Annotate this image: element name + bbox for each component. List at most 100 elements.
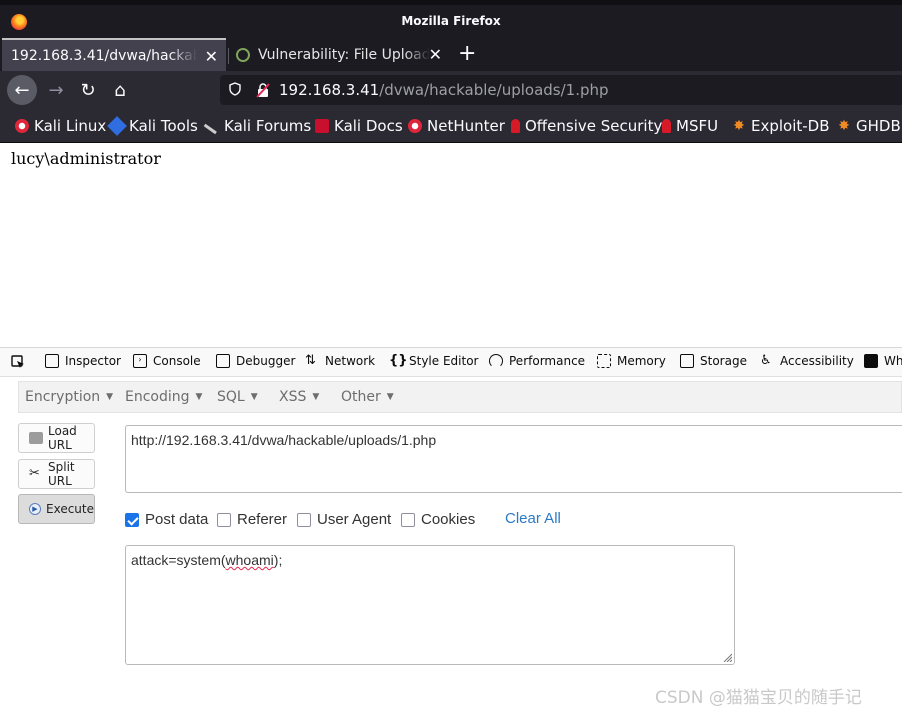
caret-down-icon: ▼	[250, 392, 258, 402]
address-bar[interactable]: 192.168.3.41/dvwa/hackable/uploads/1.php	[220, 75, 902, 105]
bookmark-kali-forums[interactable]: Kali Forums	[203, 117, 312, 135]
hackbar-menu: Encryption ▼ Encoding ▼ SQL ▼ XSS ▼ Other ▼	[18, 381, 902, 413]
devtools-tab-label: Storage	[700, 354, 747, 368]
devtools-tab-console[interactable]: › Console	[133, 354, 201, 368]
menu-label: Encryption	[25, 389, 101, 405]
menu-sql[interactable]: SQL ▼	[217, 389, 258, 405]
load-url-button[interactable]: Load URL	[18, 423, 95, 453]
option-label: User Agent	[317, 511, 392, 528]
inspector-icon	[45, 354, 59, 368]
post-data-checkbox[interactable]	[125, 512, 139, 527]
kali-icon	[15, 119, 29, 133]
caret-down-icon: ▼	[386, 392, 394, 402]
referer-option[interactable]: Referer	[217, 511, 287, 528]
bookmark-kali-linux[interactable]: Kali Linux	[15, 117, 106, 135]
hackbar-panel: Encryption ▼ Encoding ▼ SQL ▼ XSS ▼ Other ▼ L…	[0, 377, 902, 713]
tracking-shield-icon[interactable]	[229, 82, 241, 96]
titlebar-top-strip	[0, 0, 902, 5]
nethunter-icon	[408, 119, 422, 133]
url-text[interactable]: 192.168.3.41/dvwa/hackable/uploads/1.php	[279, 81, 609, 99]
devtools-tab-accessibility[interactable]: ♿ Accessibility	[760, 354, 854, 369]
csdn-watermark: CSDN @猫猫宝贝的随手记	[655, 688, 862, 708]
menu-other[interactable]: Other ▼	[341, 389, 394, 405]
bookmark-nethunter[interactable]: NetHunter	[408, 117, 505, 135]
bookmark-ghdb[interactable]: ✸ GHDB	[837, 117, 901, 135]
kali-forums-icon	[203, 118, 221, 134]
post-data-option[interactable]: Post data	[125, 511, 208, 528]
devtools-tab-label: Style Editor	[409, 354, 479, 368]
home-icon: ⌂	[114, 79, 126, 101]
resize-grip-icon[interactable]	[722, 652, 732, 662]
referer-checkbox[interactable]	[217, 512, 231, 527]
post-data-textarea[interactable]: attack=system(whoami);	[125, 545, 735, 665]
arrow-right-icon: →	[48, 79, 64, 101]
devtools-tab-memory[interactable]: Memory	[597, 354, 666, 368]
cookies-option[interactable]: Cookies	[401, 511, 475, 528]
tab-title: 192.168.3.41/dvwa/hackable/uploads/1.php	[11, 47, 197, 64]
clear-all-link[interactable]: Clear All	[505, 510, 561, 527]
button-label: Execute	[46, 502, 94, 516]
back-button[interactable]: ←	[7, 75, 37, 105]
insecure-lock-icon[interactable]	[256, 82, 270, 98]
reload-icon: ↻	[80, 79, 96, 101]
performance-icon	[489, 354, 503, 368]
bookmark-label: Kali Forums	[224, 117, 312, 135]
home-button[interactable]: ⌂	[105, 75, 135, 105]
bookmark-exploit-db[interactable]: ✸ Exploit-DB	[732, 117, 830, 135]
element-picker-icon[interactable]	[11, 355, 25, 369]
scissors-icon: ✂	[29, 466, 40, 481]
menu-label: Other	[341, 389, 381, 405]
devtools-tab-label: Console	[153, 354, 201, 368]
bookmark-label: Kali Docs	[334, 117, 403, 135]
url-textarea[interactable]: http://192.168.3.41/dvwa/hackable/upload…	[125, 425, 902, 493]
menu-encryption[interactable]: Encryption ▼	[25, 389, 113, 405]
bookmark-offensive-security[interactable]: Offensive Security	[511, 117, 662, 135]
devtools-tab-inspector[interactable]: Inspector	[45, 354, 121, 368]
bookmark-label: MSFU	[676, 117, 719, 135]
devtools-tab-label: Accessibility	[780, 354, 854, 368]
devtools-tab-label: Network	[325, 354, 376, 368]
post-data-command: whoami	[225, 552, 274, 568]
bookmark-label: Kali Linux	[34, 117, 107, 135]
devtools-tab-whats-new[interactable]: Wh	[864, 354, 902, 368]
post-data-prefix: attack=system(	[131, 552, 226, 568]
reload-button[interactable]: ↻	[73, 75, 103, 105]
tab-close-icon[interactable]: ✕	[429, 45, 442, 64]
devtools-tab-debugger[interactable]: Debugger	[216, 354, 295, 368]
url-host: 192.168.3.41	[279, 81, 380, 99]
menu-encoding[interactable]: Encoding ▼	[125, 389, 202, 405]
split-url-button[interactable]: ✂ Split URL	[18, 459, 95, 489]
bookmarks-toolbar: Kali Linux Kali Tools Kali Forums Kali D…	[0, 109, 902, 143]
new-tab-button[interactable]: +	[458, 41, 476, 66]
tab-close-icon[interactable]: ✕	[205, 47, 218, 66]
devtools-tab-bar: Inspector › Console Debugger ⇅ Network {} S…	[0, 348, 902, 377]
command-output-text: lucy\administrator	[11, 149, 161, 168]
tab-file-upload[interactable]: Vulnerability: File Upload ✕	[230, 38, 450, 71]
tab-uploads-php[interactable]: 192.168.3.41/dvwa/hackable/uploads/1.php…	[2, 38, 226, 71]
url-path: /dvwa/hackable/uploads/1.php	[379, 81, 609, 99]
menu-xss[interactable]: XSS ▼	[279, 389, 319, 405]
forward-button[interactable]: →	[41, 75, 71, 105]
menu-label: SQL	[217, 389, 245, 405]
user-agent-option[interactable]: User Agent	[297, 511, 391, 528]
devtools-tab-storage[interactable]: Storage	[680, 354, 747, 368]
dvwa-favicon-icon	[234, 45, 252, 64]
devtools-tab-network[interactable]: ⇅ Network	[305, 354, 376, 369]
bookmark-label: Exploit-DB	[751, 117, 830, 135]
bookmark-kali-tools[interactable]: Kali Tools	[107, 116, 198, 136]
bookmark-msfu[interactable]: MSFU	[662, 117, 718, 135]
cookies-checkbox[interactable]	[401, 512, 415, 527]
execute-button[interactable]: ▶ Execute	[18, 494, 95, 524]
option-label: Referer	[237, 511, 288, 528]
load-url-icon	[29, 432, 43, 444]
bookmark-label: GHDB	[856, 117, 901, 135]
menu-label: XSS	[279, 389, 307, 405]
style-editor-icon: {}	[389, 353, 408, 368]
bookmark-kali-docs[interactable]: Kali Docs	[315, 117, 403, 135]
user-agent-checkbox[interactable]	[297, 512, 311, 527]
option-label: Cookies	[421, 511, 476, 528]
tab-separator	[228, 48, 229, 64]
devtools-tab-style-editor[interactable]: {} Style Editor	[389, 353, 479, 369]
caret-down-icon: ▼	[312, 392, 320, 402]
devtools-tab-performance[interactable]: Performance	[489, 354, 585, 368]
